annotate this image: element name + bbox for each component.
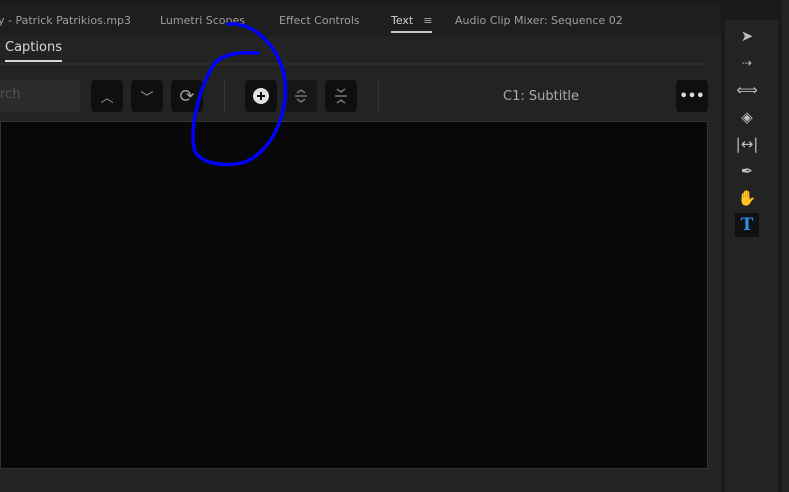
captions-list-area[interactable] [0,121,708,469]
tools-panel: ➤ ⇢ ⟺ ◈ |↔| ✒ ✋ T [725,20,778,492]
selection-tool-icon[interactable]: ➤ [735,24,759,48]
merge-icon [335,88,347,104]
track-select-forward-tool-icon[interactable]: ⇢ [735,51,759,75]
tab-audio-clip-mixer[interactable]: Audio Clip Mixer: Sequence 02 [455,14,623,27]
hand-tool-icon[interactable]: ✋ [735,186,759,210]
plus-circle-icon [253,88,269,104]
type-tool-icon[interactable]: T [735,213,759,237]
divider [378,80,379,112]
merge-captions-button[interactable] [325,80,357,112]
tab-captions[interactable]: Captions [5,40,62,62]
refresh-button[interactable]: ⟳ [171,80,203,112]
pen-tool-icon[interactable]: ✒ [735,159,759,183]
slip-tool-icon[interactable]: |↔| [735,132,759,156]
panel-menu-icon[interactable]: ≡ [423,14,432,27]
chevron-up-icon: ︿ [100,90,114,106]
divider [224,80,225,112]
tab-effect-controls[interactable]: Effect Controls [279,14,360,27]
tab-lumetri-scopes[interactable]: Lumetri Scopes [160,14,245,27]
razor-tool-icon[interactable]: ◈ [735,105,759,129]
more-options-button[interactable]: ••• [676,80,708,112]
split-icon [295,89,307,103]
previous-caption-button[interactable]: ︿ [91,80,123,112]
ripple-edit-tool-icon[interactable]: ⟺ [735,78,759,102]
text-panel: y - Patrick Patrikios.mp3 Lumetri Scopes… [0,5,721,492]
subtab-bar: Captions [0,36,708,65]
ellipsis-icon: ••• [679,88,705,104]
panel-tab-bar: y - Patrick Patrikios.mp3 Lumetri Scopes… [0,5,721,36]
split-caption-button[interactable] [285,80,317,112]
tab-audio-file[interactable]: y - Patrick Patrikios.mp3 [0,14,131,27]
search-input[interactable]: rch [0,80,80,112]
add-caption-button[interactable] [245,80,277,112]
tab-text-label: Text [391,14,414,27]
track-label: C1: Subtitle [503,89,580,104]
adjacent-panel [782,0,789,492]
next-caption-button[interactable]: ﹀ [131,80,163,112]
tab-text[interactable]: Text ≡ [391,14,433,33]
chevron-down-icon: ﹀ [140,90,154,106]
sync-icon: ⟳ [179,85,195,107]
